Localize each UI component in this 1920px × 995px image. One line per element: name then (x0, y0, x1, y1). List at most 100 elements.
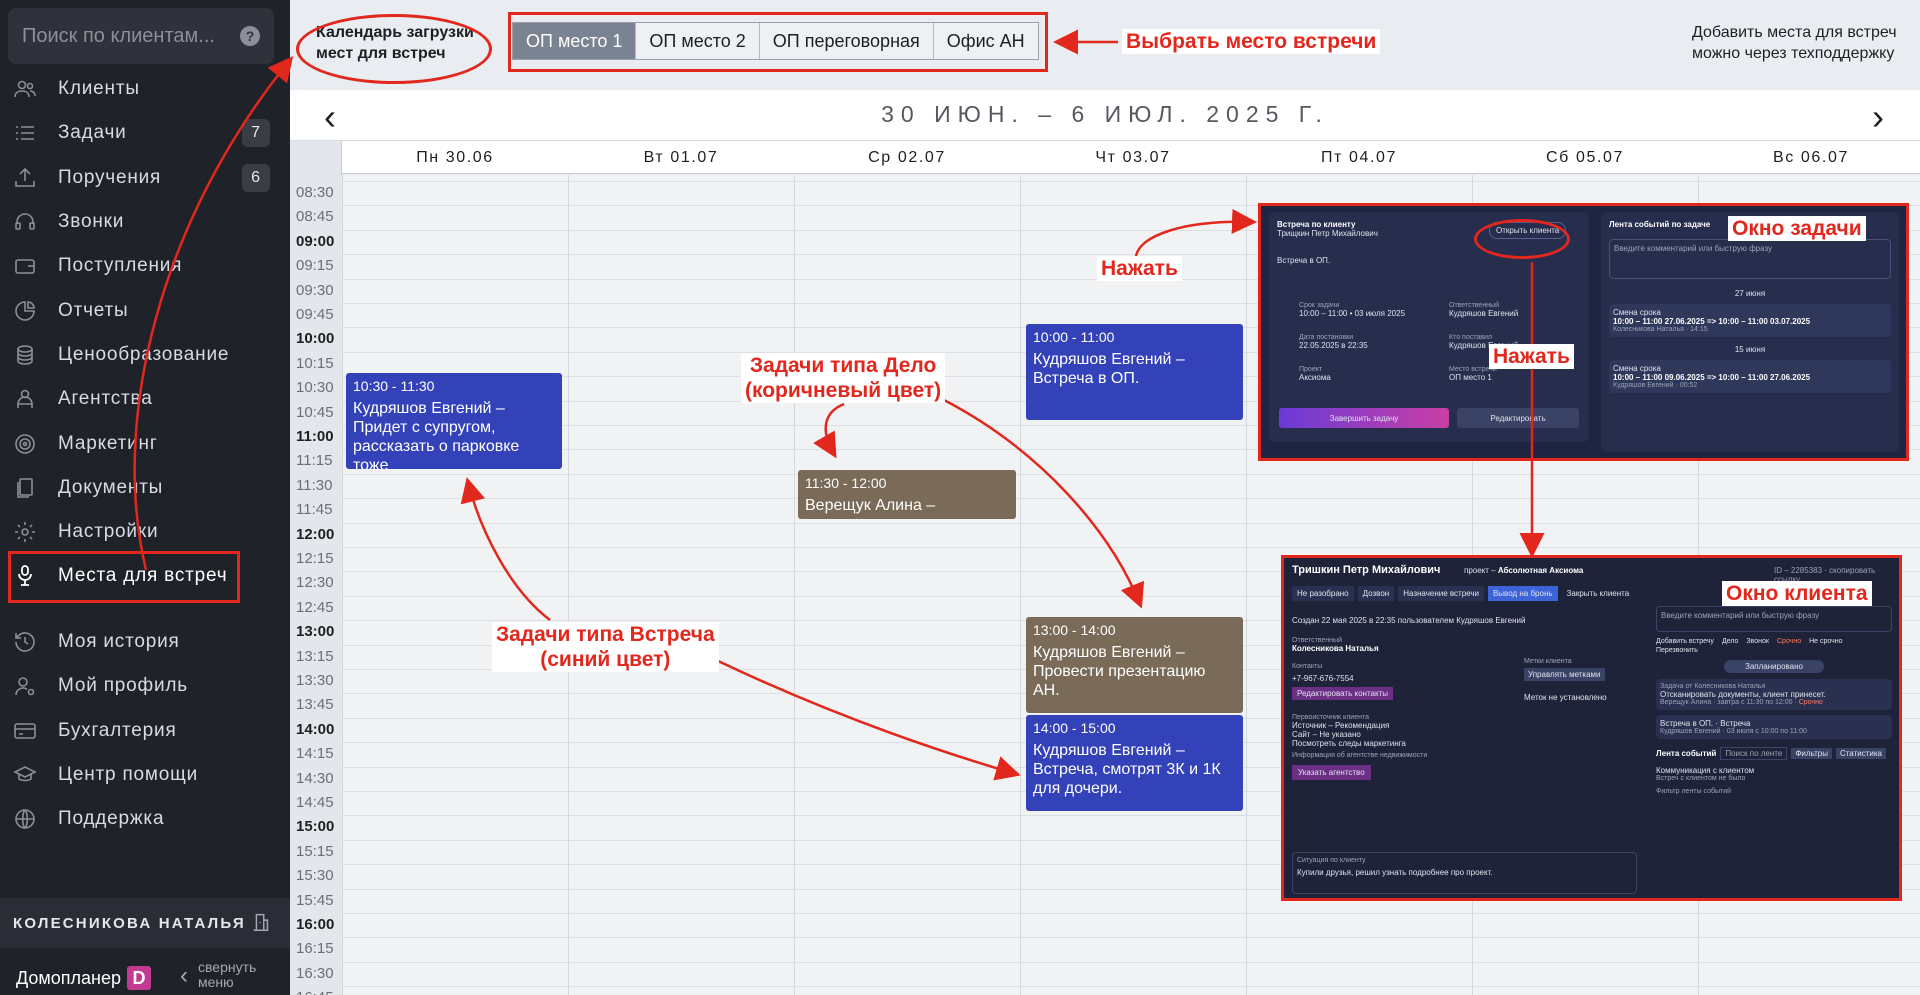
week-range: 30 ИЮН. – 6 ИЮЛ. 2025 Г. (881, 101, 1329, 127)
sidebar-item-agencies[interactable]: Агентства (0, 377, 290, 421)
sidebar-item-calls[interactable]: Звонки (0, 200, 290, 244)
time-slot-label: 16:00 (296, 916, 335, 933)
users-icon (12, 76, 38, 102)
upload-tray-icon (12, 165, 38, 191)
time-slot-label: 16:15 (296, 940, 334, 958)
help-icon[interactable]: ? (240, 26, 260, 46)
sidebar-item-help-center[interactable]: Центр помощи (0, 753, 290, 797)
sidebar-item-label: Настройки (58, 521, 159, 543)
globe-icon (12, 806, 38, 832)
nav-item-highlight (8, 551, 240, 603)
sidebar-item-label: Бухгалтерия (58, 719, 177, 741)
collapse-line2: меню (198, 974, 234, 990)
sidebar-item-label: Задачи (58, 122, 127, 144)
sidebar-item-label: Отчеты (58, 299, 129, 321)
time-slot-label: 11:30 (296, 476, 333, 494)
day-header-thu: Чт 03.07 (1095, 149, 1171, 166)
grid-row-line (342, 522, 1920, 524)
sidebar-item-settings[interactable]: Настройки (0, 510, 290, 554)
grid-column-line (568, 175, 569, 995)
time-slot-label: 09:00 (296, 232, 335, 250)
sidebar-item-accounting[interactable]: Бухгалтерия (0, 709, 290, 753)
collapse-line1: свернуть (198, 959, 257, 975)
wallet-icon (12, 253, 38, 279)
event-deal[interactable]: 11:30 - 12:00 Верещук Алина – (798, 470, 1016, 519)
sidebar-nav: Клиенты Задачи 7 Поручения 6 Звонки Поступ… (0, 67, 290, 599)
card-icon (12, 718, 38, 744)
event-text: Кудряшов Евгений – Встреча в ОП. (1033, 351, 1185, 387)
support-hint: Добавить места для встреч можно через тех… (1692, 22, 1912, 64)
event-meeting[interactable]: 10:00 - 11:00 Кудряшов Евгений – Встреча … (1026, 324, 1243, 420)
time-slot-label: 16:30 (296, 964, 334, 982)
sidebar-item-support[interactable]: Поддержка (0, 797, 290, 841)
sidebar-item-reports[interactable]: Отчеты (0, 288, 290, 332)
next-week-button[interactable]: › (1872, 96, 1884, 138)
person-desk-icon (12, 386, 38, 412)
time-slot-label: 15:15 (296, 842, 334, 860)
time-slot-label: 10:45 (296, 403, 334, 421)
grid-column-line (1246, 175, 1247, 995)
annotation-deal-tasks: Задачи типа Дело (коричневый цвет) (741, 353, 946, 403)
current-user[interactable]: КОЛЕСНИКОВА НАТАЛЬЯ (0, 898, 290, 948)
time-slot-label: 09:45 (296, 306, 334, 323)
day-header-mon: Пн 30.06 (416, 149, 494, 166)
grid-row-line (342, 181, 1920, 182)
grid-column-line (794, 175, 795, 995)
sidebar-item-my-profile[interactable]: Мой профиль (0, 664, 290, 708)
sidebar-item-label: Агентства (58, 388, 153, 410)
day-header-sat: Сб 05.07 (1545, 149, 1624, 166)
time-slot-label: 12:45 (296, 598, 334, 616)
grid-row-line (342, 937, 1920, 939)
sidebar-item-clients[interactable]: Клиенты (0, 67, 290, 111)
grid-row-line (342, 498, 1920, 500)
time-slot-label: 13:45 (296, 696, 334, 714)
sidebar-item-documents[interactable]: Документы (0, 466, 290, 510)
prev-week-button[interactable]: ‹ (324, 96, 336, 138)
collapse-menu-button[interactable]: ‹ свернуть меню (180, 960, 256, 990)
coins-icon (12, 342, 38, 368)
grid-row-line (342, 986, 1920, 988)
annotation-client-window: Окно клиента (1722, 581, 1872, 606)
tasks-count-badge: 7 (242, 119, 270, 148)
week-navigator: 30 ИЮН. – 6 ИЮЛ. 2025 Г. ‹ › (290, 90, 1920, 140)
event-time: 10:30 - 11:30 (353, 378, 435, 394)
place-selector-highlight (508, 12, 1048, 72)
time-slot-label: 12:00 (296, 525, 335, 543)
sidebar-item-assignments[interactable]: Поручения 6 (0, 156, 290, 200)
headset-icon (12, 209, 38, 235)
sidebar-item-pricing[interactable]: Ценообразование (0, 333, 290, 377)
annotation-press-2: Нажать (1489, 344, 1574, 369)
event-time: 13:00 - 14:00 (1033, 622, 1116, 638)
user-name: КОЛЕСНИКОВА НАТАЛЬЯ (13, 914, 246, 932)
time-slot-label: 12:15 (296, 550, 334, 567)
time-slot-label: 08:45 (296, 208, 334, 226)
sidebar-item-label: Поступления (58, 255, 183, 277)
sidebar-item-marketing[interactable]: Маркетинг (0, 421, 290, 465)
hint-line1: Добавить места для встреч (1692, 24, 1897, 41)
grid-column-line (342, 175, 343, 995)
meet-line2: (синий цвет) (540, 648, 671, 671)
time-slot-label: 08:30 (296, 184, 334, 201)
time-corner (290, 141, 342, 175)
sidebar-item-income[interactable]: Поступления (0, 244, 290, 288)
sidebar-item-label: Ценообразование (58, 343, 230, 365)
time-slot-label: 09:30 (296, 281, 334, 299)
time-slot-label: 15:45 (296, 891, 334, 909)
sidebar-item-label: Моя история (58, 631, 180, 653)
event-deal[interactable]: 13:00 - 14:00 Кудряшов Евгений – Провести… (1026, 617, 1243, 713)
time-slot-label: 15:00 (296, 818, 335, 836)
sidebar-item-tasks[interactable]: Задачи 7 (0, 111, 290, 155)
sidebar-item-my-history[interactable]: Моя история (0, 620, 290, 664)
annotation-press-1: Нажать (1097, 256, 1182, 281)
sidebar-item-label: Маркетинг (58, 432, 158, 454)
event-time: 11:30 - 12:00 (805, 475, 887, 491)
event-meeting[interactable]: 14:00 - 15:00 Кудряшов Евгений – Встреча,… (1026, 715, 1243, 811)
deal-line2: (коричневый цвет) (745, 379, 942, 402)
logout-icon[interactable] (250, 911, 272, 937)
time-slot-label: 15:30 (296, 867, 334, 885)
search-input[interactable]: Поиск по клиентам... ? (8, 8, 274, 64)
time-slot-label: 09:15 (296, 257, 334, 275)
annotation-meeting-tasks: Задачи типа Встреча (синий цвет) (492, 622, 719, 672)
event-meeting[interactable]: 10:30 - 11:30 Кудряшов Евгений – Придет с… (346, 373, 562, 469)
target-icon (12, 431, 38, 457)
